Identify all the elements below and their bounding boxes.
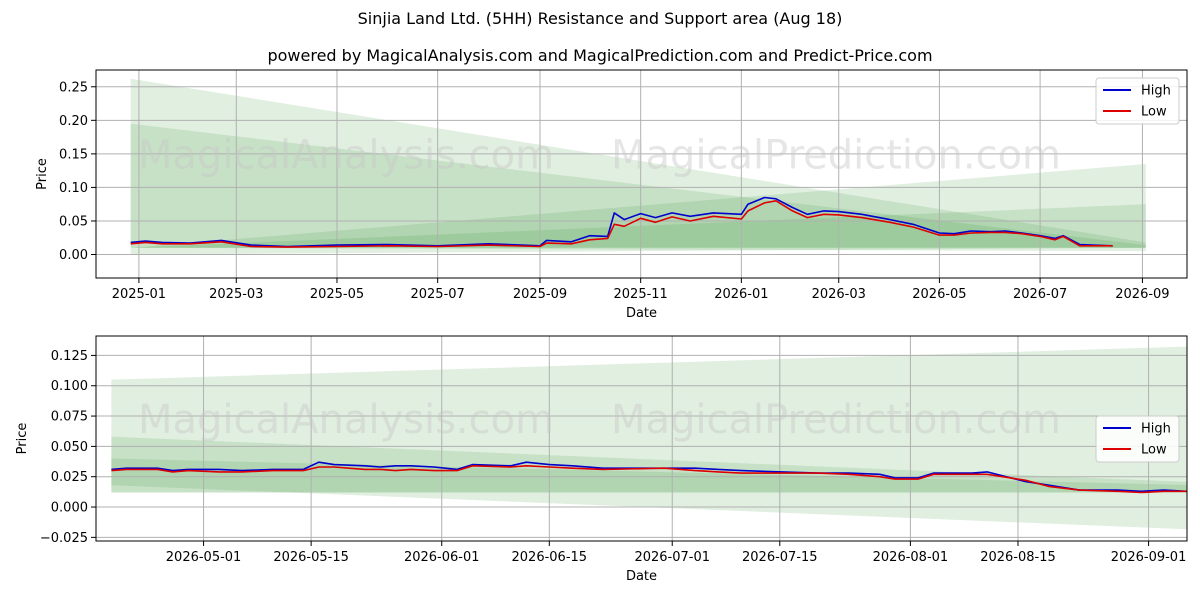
- y-tick-label: 0.00: [59, 248, 88, 263]
- y-tick-label: 0.100: [51, 379, 88, 394]
- x-axis-label: Date: [626, 569, 657, 584]
- x-tick-label: 2026-05-15: [273, 550, 349, 565]
- x-tick-label: 2025-07: [410, 287, 464, 302]
- x-tick-label: 2026-01: [714, 287, 768, 302]
- y-tick-label: 0.125: [51, 349, 88, 364]
- legend-label-high: High: [1141, 84, 1171, 99]
- y-tick-label: 0.05: [59, 214, 88, 229]
- y-axis-label: Price: [35, 158, 50, 190]
- y-tick-label: 0.25: [59, 80, 88, 95]
- x-tick-label: 2026-07: [1013, 287, 1067, 302]
- y-tick-label: 0.15: [59, 147, 88, 162]
- x-tick-label: 2026-06-15: [512, 550, 588, 565]
- x-tick-label: 2025-03: [209, 287, 263, 302]
- watermark-text: MagicalPrediction.com: [611, 397, 1061, 443]
- watermark-text: MagicalAnalysis.com: [138, 132, 554, 178]
- y-axis-label: Price: [15, 423, 30, 455]
- x-tick-label: 2025-09: [513, 287, 567, 302]
- x-tick-label: 2026-07-15: [742, 550, 818, 565]
- x-tick-label: 2026-09-01: [1111, 550, 1187, 565]
- chart-1: 2025-01 2025-03 2025-05 2025-07 2025-09 2025-…: [35, 69, 1188, 321]
- x-tick-label: 2026-05: [912, 287, 966, 302]
- x-tick-label: 2026-05-01: [166, 550, 242, 565]
- legend-label-low: Low: [1141, 443, 1167, 458]
- x-tick-label: 2026-08-15: [980, 550, 1056, 565]
- x-tick-label: 2026-09: [1115, 287, 1169, 302]
- y-tick-label: −0.025: [40, 531, 88, 546]
- legend-label-high: High: [1141, 422, 1171, 437]
- x-tick-label: 2025-11: [614, 287, 668, 302]
- y-tick-label: 0.000: [51, 501, 88, 516]
- legend: High Low: [1095, 415, 1180, 463]
- y-tick-label: 0.025: [51, 470, 88, 485]
- x-tick-label: 2025-05: [310, 287, 364, 302]
- x-axis-label: Date: [626, 306, 657, 321]
- figure: 2025-01 2025-03 2025-05 2025-07 2025-09 2025-…: [15, 69, 1188, 584]
- x-tick-label: 2026-08-01: [873, 550, 949, 565]
- y-tick-label: 0.20: [59, 114, 88, 129]
- x-tick-label: 2025-01: [112, 287, 166, 302]
- watermark-text: MagicalAnalysis.com: [138, 397, 554, 443]
- watermark-text: MagicalPrediction.com: [611, 132, 1061, 178]
- y-tick-label: 0.075: [51, 410, 88, 425]
- chart-2: 2026-05-01 2026-05-15 2026-06-01 2026-06-15…: [15, 335, 1188, 584]
- legend-label-low: Low: [1141, 105, 1167, 120]
- x-tick-label: 2026-07-01: [634, 550, 710, 565]
- legend: High Low: [1095, 77, 1180, 125]
- x-tick-label: 2026-03: [812, 287, 866, 302]
- y-tick-label: 0.10: [59, 181, 88, 196]
- y-tick-label: 0.050: [51, 440, 88, 455]
- x-tick-label: 2026-06-01: [404, 550, 480, 565]
